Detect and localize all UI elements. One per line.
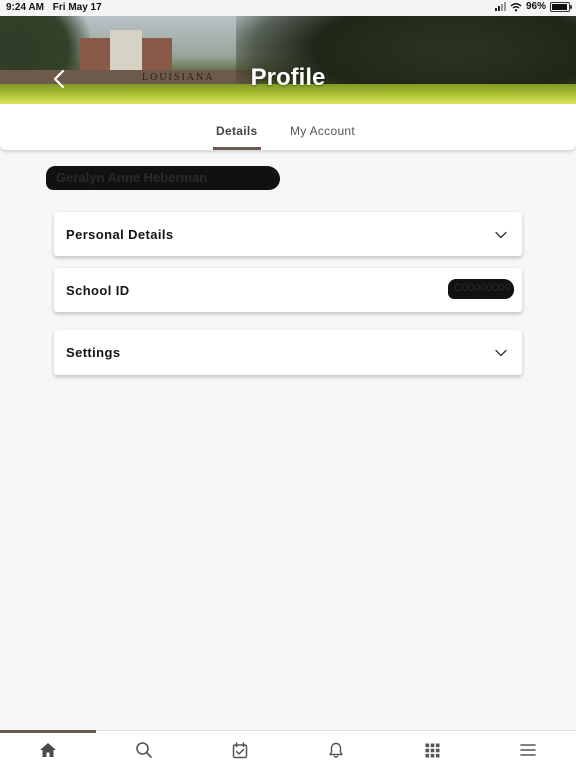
status-right: 96% xyxy=(494,1,572,12)
signal-icon xyxy=(494,2,506,11)
school-id-label: School ID xyxy=(66,283,130,298)
bottom-nav xyxy=(0,730,576,768)
home-icon xyxy=(40,743,56,757)
status-left: 9:24 AM Fri May 17 xyxy=(6,2,108,13)
nav-apps[interactable] xyxy=(422,740,442,760)
battery-percent: 96% xyxy=(525,1,546,12)
chevron-down-icon xyxy=(495,349,507,357)
nav-tasks[interactable] xyxy=(230,740,250,760)
active-nav-indicator xyxy=(0,730,96,733)
status-time: 9:24 AM xyxy=(6,2,44,13)
bell-icon xyxy=(329,742,343,758)
chevron-left-icon xyxy=(53,69,65,89)
school-id-card: School ID C00000000 xyxy=(54,268,522,312)
chevron-down-icon xyxy=(495,231,507,239)
active-tab-indicator xyxy=(213,147,261,150)
tab-my-account[interactable]: My Account xyxy=(290,124,355,138)
status-bar: 9:24 AM Fri May 17 96% xyxy=(0,0,576,16)
back-button[interactable] xyxy=(48,66,70,92)
settings-card[interactable]: Settings xyxy=(54,330,522,375)
settings-label: Settings xyxy=(66,345,121,360)
menu-icon xyxy=(520,744,536,756)
nav-search[interactable] xyxy=(134,740,154,760)
battery-fill xyxy=(552,3,567,10)
nav-home[interactable] xyxy=(38,740,58,760)
nav-menu[interactable] xyxy=(518,740,538,760)
wifi-icon xyxy=(510,2,522,11)
battery-icon xyxy=(550,1,572,12)
header-banner: LOUISIANA Profile xyxy=(0,16,576,104)
search-icon xyxy=(136,742,152,758)
page-title: Profile xyxy=(250,64,326,91)
status-date: Fri May 17 xyxy=(52,2,102,13)
personal-details-card[interactable]: Personal Details xyxy=(54,212,522,256)
apps-grid-icon xyxy=(425,743,439,757)
calendar-check-icon xyxy=(232,741,248,758)
nav-notifications[interactable] xyxy=(326,740,346,760)
tab-details[interactable]: Details xyxy=(216,124,257,138)
personal-details-label: Personal Details xyxy=(66,227,174,242)
school-id-value-redacted: C00000000 xyxy=(448,279,514,299)
user-name-redacted: Geralyn Anne Heberman xyxy=(46,166,280,190)
tab-bar: Details My Account xyxy=(0,104,576,150)
